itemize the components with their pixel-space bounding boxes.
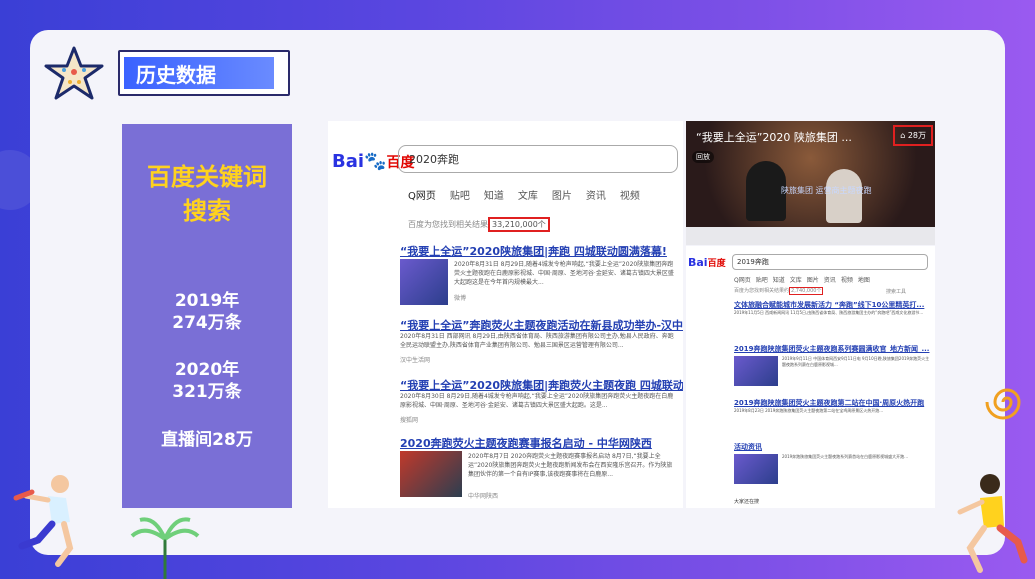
baidu-search-2019: Bai百度 2019奔跑 Q网页 贴吧 知道 文库 图片 资讯 视频 地图 搜索工具 百度为您…: [686, 246, 935, 508]
logo-text-du: 百度: [707, 259, 726, 269]
person-host-1: [746, 161, 786, 221]
stat-2019: 2019年 274万条: [122, 290, 292, 334]
result-snippet: 2019奔跑陕旅集团荧火主题夜跑系列赛首站在白鹿原影视城盛大开跑...: [782, 454, 908, 459]
runner-left-icon: [13, 475, 74, 567]
keyword-line-1: 百度关键词: [147, 163, 267, 191]
tab-wenku[interactable]: 文库: [518, 191, 538, 202]
result-count-value: 33,210,000个: [488, 217, 550, 232]
viewer-count-badge: ⌂ 28万: [893, 125, 933, 146]
stat-2020: 2020年 321万条: [122, 359, 292, 403]
section-title-box: 历史数据: [118, 50, 290, 96]
result-count: 百度为您找到相关结果约 2,740,000个: [734, 287, 824, 295]
stats-panel: 百度关键词 搜索 2019年 274万条 2020年 321万条 直播间28万: [122, 124, 292, 508]
tab-news[interactable]: 资讯: [824, 277, 836, 284]
result-snippet: 2019年9月11日 中国体育网西安9月11日电 9月10日晚,陕旅集团2019…: [782, 356, 930, 367]
tab-map[interactable]: 地图: [858, 277, 870, 284]
section-title-banner: 历史数据: [124, 57, 274, 89]
stat-2019-year: 2019年: [174, 291, 240, 311]
search-tools[interactable]: 搜索工具: [886, 288, 906, 295]
result-thumbnail[interactable]: [734, 454, 778, 484]
result-count-prefix: 百度为您找到相关结果约: [734, 288, 790, 294]
tab-zhidao[interactable]: 知道: [773, 277, 785, 284]
result-thumbnail[interactable]: [734, 356, 778, 386]
tab-web[interactable]: Q网页: [734, 277, 751, 284]
palm-plant-icon: [130, 517, 200, 579]
search-tabs: Q网页 贴吧 知道 文库 图片 资讯 视频: [408, 187, 654, 202]
tab-zhidao[interactable]: 知道: [484, 191, 504, 202]
result-source: 搜狐网: [400, 417, 419, 424]
result-title[interactable]: 2020奔跑荧火主题夜跑赛事报名启动 - 中华网陕西: [400, 435, 678, 451]
stage-banner: 陕旅集团 运营商主题夜跑: [781, 186, 872, 195]
result-item: “我要上全运”2020陕旅集团|奔跑荧火主题夜跑 四城联动圆... 2020年8…: [400, 377, 683, 424]
live-video-frame[interactable]: “我要上全运”2020 陕旅集团 ... ⌂ 28万 回放 陕旅集团 运营商主题…: [686, 121, 935, 245]
tab-news[interactable]: 资讯: [586, 191, 606, 202]
live-title: “我要上全运”2020 陕旅集团 ...: [696, 131, 852, 144]
person-host-2: [826, 169, 862, 223]
stat-live-viewers: 直播间28万: [161, 430, 253, 450]
desk: [686, 227, 935, 245]
keyword-heading: 百度关键词 搜索: [122, 160, 292, 228]
result-title[interactable]: “我要上全运”奔跑荧火主题夜跑活动在新县成功举办-汉中...: [400, 317, 683, 333]
baidu-logo: Bai百度: [688, 256, 726, 269]
result-source: 汉中生活网: [400, 357, 431, 364]
logo-text-bai: Bai: [688, 256, 708, 269]
search-tabs: Q网页 贴吧 知道 文库 图片 资讯 视频 地图: [734, 275, 870, 284]
result-count: 百度为您找到相关结果 33,210,000个: [408, 217, 550, 232]
related-searches-label: 大家还在搜: [734, 499, 760, 505]
tab-wenku[interactable]: 文库: [790, 277, 802, 284]
result-title[interactable]: 2019奔跑陕旅集团荧火主题夜跑第二站在中国·周原火热开跑: [734, 398, 930, 408]
stat-2020-year: 2020年: [174, 360, 240, 380]
tab-video[interactable]: 视频: [620, 191, 640, 202]
result-count-prefix: 百度为您找到相关结果: [408, 220, 488, 229]
result-item: 2019奔跑陕旅集团荧火主题夜跑第二站在中国·周原火热开跑 2019年8月23日…: [734, 398, 930, 420]
search-query: 2020奔跑: [409, 153, 459, 166]
stat-live: 直播间28万: [122, 429, 292, 451]
result-snippet: 2019年11月5日 西咸新闻网讯 11月5日,由陕西省体育局、陕西旅游集团主办…: [734, 310, 924, 315]
result-title[interactable]: “我要上全运”2020陕旅集团|奔跑 四城联动圆满落幕!: [400, 243, 678, 259]
result-title[interactable]: 活动资讯: [734, 442, 930, 452]
tab-tieba[interactable]: 贴吧: [450, 191, 470, 202]
stat-2019-count: 274万条: [172, 313, 242, 333]
result-snippet: 2020年8月30日 8月29日,随着4城发令枪声响起,“我要上全运”2020陕…: [400, 393, 674, 409]
result-source: 中华网陕西: [468, 493, 499, 500]
tab-tieba[interactable]: 贴吧: [756, 277, 768, 284]
replay-badge: 回放: [692, 151, 714, 163]
spiral-shell-icon: [985, 388, 1021, 420]
runner-right-icon: [957, 474, 1028, 573]
result-thumbnail[interactable]: [400, 259, 448, 305]
result-thumbnail[interactable]: [400, 451, 462, 497]
baidu-search-2020: Bai🐾百度 2020奔跑 Q网页 贴吧 知道 文库 图片 资讯 视频 百度为您找到相关结果…: [328, 121, 683, 508]
result-item: 活动资讯 2019奔跑陕旅集团荧火主题夜跑系列赛首站在白鹿原影视城盛大开跑...: [734, 442, 930, 484]
result-item: 文体旅融合赋能城市发展新活力 “奔跑”线下10公里精英打... 2019年11月…: [734, 300, 930, 322]
result-count-value: 2,740,000个: [789, 287, 824, 295]
page-title: 历史数据: [136, 62, 216, 87]
result-item: 2020奔跑荧火主题夜跑赛事报名启动 - 中华网陕西 2020年8月7日 202…: [400, 435, 678, 500]
viewer-count: 28万: [907, 131, 926, 140]
search-input[interactable]: 2020奔跑: [398, 145, 678, 173]
tab-images[interactable]: 图片: [552, 191, 572, 202]
result-item: “我要上全运”2020陕旅集团|奔跑 四城联动圆满落幕! 2020年8月31日 …: [400, 243, 678, 305]
result-title[interactable]: 文体旅融合赋能城市发展新活力 “奔跑”线下10公里精英打...: [734, 300, 930, 310]
tab-web[interactable]: Q网页: [408, 191, 436, 202]
search-query: 2019奔跑: [737, 258, 769, 266]
result-item: 2019奔跑陕旅集团荧火主题夜跑系列赛圆满收官_地方新闻_... 2019年9月…: [734, 344, 930, 386]
result-snippet: 2020年8月31日 8月29日,随着4城发令枪声响起,“我要上全运”2020陕…: [454, 261, 674, 286]
search-input[interactable]: 2019奔跑: [732, 254, 928, 270]
result-title[interactable]: 2019奔跑陕旅集团荧火主题夜跑系列赛圆满收官_地方新闻_...: [734, 344, 930, 354]
result-item: “我要上全运”奔跑荧火主题夜跑活动在新县成功举办-汉中... 2020年8月31…: [400, 317, 683, 364]
home-icon: ⌂: [900, 131, 908, 140]
tab-video[interactable]: 视频: [841, 277, 853, 284]
starfish-icon: [44, 46, 104, 100]
logo-text-bai: Bai: [332, 151, 365, 172]
stat-2020-count: 321万条: [172, 382, 242, 402]
result-snippet: 2020年8月7日 2020奔跑荧火主题夜跑赛事报名启动 8月7日,“我要上全运…: [468, 453, 673, 478]
tab-images[interactable]: 图片: [807, 277, 819, 284]
result-title[interactable]: “我要上全运”2020陕旅集团|奔跑荧火主题夜跑 四城联动圆...: [400, 377, 683, 393]
result-snippet: 2020年8月31日 西部网讯 8月29日,由陕西省体育局、陕西旅游集团有限公司…: [400, 333, 674, 349]
result-snippet: 2019年8月23日 2019奔跑陕旅集团荧火主题夜跑第二站在宝鸡周原景区火热开…: [734, 408, 884, 413]
result-source: 微博: [454, 295, 467, 302]
keyword-line-2: 搜索: [183, 197, 231, 225]
